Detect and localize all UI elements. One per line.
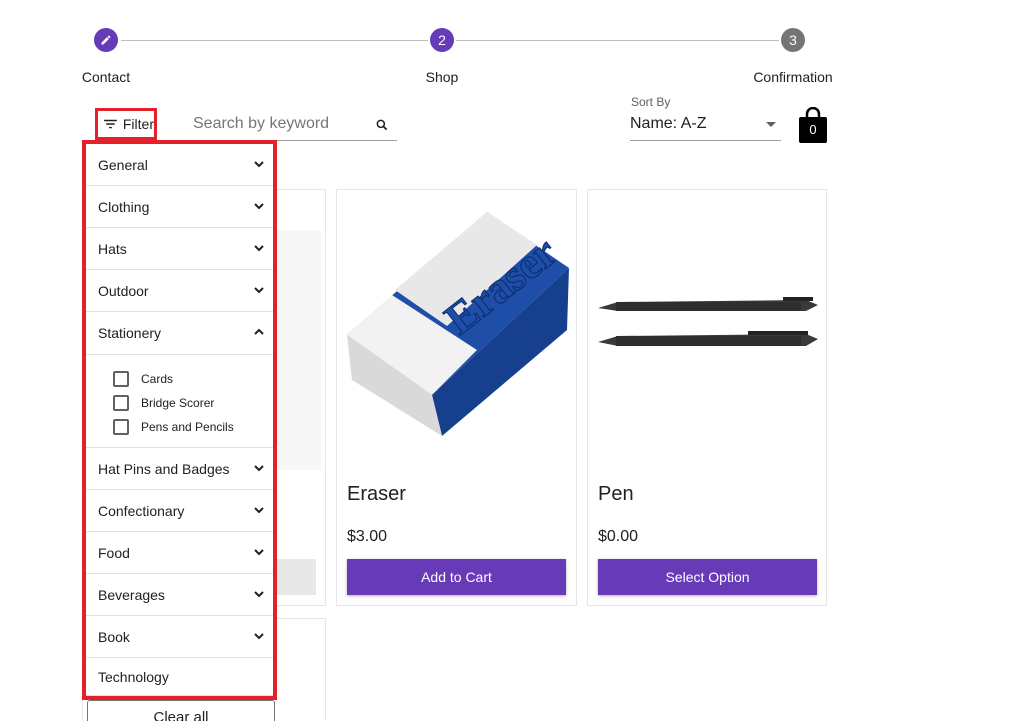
filter-category-confectionary[interactable]: Confectionary [86, 490, 273, 532]
filter-category-label: Stationery [98, 325, 162, 341]
filter-option-cards[interactable]: Cards [113, 367, 273, 391]
cart-button[interactable]: 0 [798, 106, 828, 143]
chevron-down-icon [254, 161, 264, 168]
add-to-cart-button[interactable]: Add to Cart [347, 559, 566, 595]
clear-all-button[interactable]: Clear all [87, 700, 275, 721]
cart-count-badge: 0 [809, 122, 817, 137]
product-card-eraser: Eraser Eraser $3.00 Add to Cart [336, 189, 577, 606]
step-number-confirmation[interactable]: 3 [781, 28, 805, 52]
eraser-product-image[interactable]: Eraser [337, 190, 577, 460]
filter-category-food[interactable]: Food [86, 532, 273, 574]
search-icon[interactable] [375, 118, 389, 132]
filter-option-label: Bridge Scorer [141, 396, 215, 410]
filter-panel: General Clothing Hats Outdoor Stationery… [82, 140, 277, 700]
filter-category-hat-pins-and-badges[interactable]: Hat Pins and Badges [86, 448, 273, 490]
dropdown-caret-icon [766, 122, 776, 127]
chevron-down-icon [254, 507, 264, 514]
filter-category-clothing[interactable]: Clothing [86, 186, 273, 228]
search-input[interactable] [192, 110, 362, 138]
step-label-shop: Shop [425, 69, 459, 85]
filter-option-label: Pens and Pencils [141, 420, 234, 434]
product-price: $0.00 [598, 528, 639, 545]
filter-category-label: Outdoor [98, 282, 149, 299]
filter-option-pens-and-pencils[interactable]: Pens and Pencils [113, 415, 273, 439]
filter-category-technology[interactable]: Technology [86, 658, 273, 696]
product-name: Pen [598, 483, 634, 505]
chevron-down-icon [254, 245, 264, 252]
filter-category-book[interactable]: Book [86, 616, 273, 658]
filter-category-label: Hats [98, 240, 127, 257]
stepper-connector [456, 40, 779, 41]
step-label-contact: Contact [81, 69, 131, 85]
chevron-down-icon [254, 203, 264, 210]
filter-icon [104, 119, 117, 129]
chevron-down-icon [254, 549, 264, 556]
filter-category-general[interactable]: General [86, 144, 273, 186]
sort-select[interactable]: Name: A-Z [630, 110, 781, 141]
product-image [271, 230, 321, 470]
stepper-connector [121, 40, 428, 41]
checkbox[interactable] [113, 395, 129, 411]
checkbox[interactable] [113, 419, 129, 435]
product-name: Eraser [347, 483, 406, 505]
pen-product-image[interactable] [588, 190, 828, 460]
filter-category-stationery[interactable]: Stationery [86, 312, 273, 354]
filter-category-label: General [98, 156, 148, 173]
filter-category-label: Book [98, 628, 130, 645]
filter-category-label: Food [98, 544, 130, 561]
sort-select-value: Name: A-Z [630, 115, 707, 132]
filter-category-label: Technology [98, 668, 169, 685]
filter-button[interactable]: Filter [95, 108, 157, 140]
filter-category-label: Hat Pins and Badges [98, 460, 230, 477]
checkout-stepper: Contact 2 Shop 3 Confirmation [0, 14, 1012, 85]
checkbox[interactable] [113, 371, 129, 387]
chevron-down-icon [254, 591, 264, 598]
pencil-icon [101, 35, 111, 45]
chevron-down-icon [254, 465, 264, 472]
stationery-options: Cards Bridge Scorer Pens and Pencils [86, 354, 273, 448]
step-number-shop[interactable]: 2 [430, 28, 454, 52]
product-card-pen: Pen $0.00 Select Option [587, 189, 827, 606]
filter-category-label: Confectionary [98, 502, 185, 519]
filter-option-bridge-scorer[interactable]: Bridge Scorer [113, 391, 273, 415]
step-contact-pencil-icon[interactable] [94, 28, 118, 52]
filter-category-hats[interactable]: Hats [86, 228, 273, 270]
chevron-up-icon [254, 328, 264, 335]
filter-category-label: Beverages [98, 586, 165, 603]
chevron-down-icon [254, 287, 264, 294]
filter-button-label: Filter [122, 116, 154, 132]
filter-category-beverages[interactable]: Beverages [86, 574, 273, 616]
filter-option-label: Cards [141, 372, 174, 386]
search-field [192, 110, 397, 141]
step-label-confirmation: Confirmation [753, 69, 833, 85]
product-price: $3.00 [347, 528, 388, 545]
sort-by-label: Sort By [631, 95, 671, 109]
filter-category-label: Clothing [98, 198, 150, 215]
select-option-button[interactable]: Select Option [598, 559, 817, 595]
filter-category-outdoor[interactable]: Outdoor [86, 270, 273, 312]
chevron-down-icon [254, 633, 264, 640]
